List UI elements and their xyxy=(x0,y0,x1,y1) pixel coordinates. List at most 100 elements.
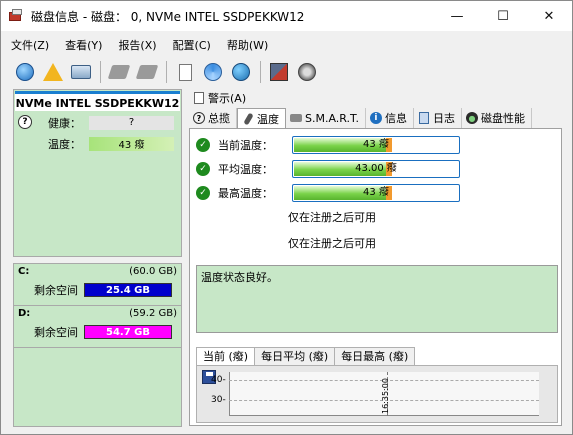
disk-button[interactable] xyxy=(69,60,93,84)
temperature-label: 当前温度： xyxy=(218,139,273,152)
smart-icon xyxy=(290,112,302,124)
tab-label: 日志 xyxy=(432,112,455,125)
drive-size: (60.0 GB) xyxy=(129,266,177,277)
speaker-icon xyxy=(298,63,316,81)
tab-smart[interactable]: S.M.A.R.T. xyxy=(286,108,366,128)
check-icon: ✓ xyxy=(196,186,210,200)
free-space-bar: 25.4 GB xyxy=(84,283,172,297)
menu-report[interactable]: 报告(X) xyxy=(118,36,156,56)
sync-button[interactable] xyxy=(201,60,225,84)
refresh-button[interactable] xyxy=(13,60,37,84)
menu-bar: 文件(Z) 查看(Y) 报告(X) 配置(C) 帮助(W) xyxy=(1,36,284,56)
free-space-bar: 54.7 GB xyxy=(84,325,172,339)
temperature-label: 温度： xyxy=(48,137,81,151)
help-icon: ? xyxy=(193,112,205,124)
tab-disk-performance[interactable]: ● 磁盘性能 xyxy=(462,108,532,128)
check-icon: ✓ xyxy=(196,162,210,176)
alarm-tab[interactable]: 警示(A) xyxy=(194,90,246,106)
document-button[interactable] xyxy=(173,60,197,84)
tab-log[interactable]: 日志 xyxy=(414,108,462,128)
document-icon xyxy=(178,63,192,81)
disk-name: NVMe INTEL SSDPEKKW12 xyxy=(15,91,180,111)
title-bar: 磁盘信息 - 磁盘： 0, NVMe INTEL SSDPEKKW12 — ☐ … xyxy=(1,1,572,31)
tab-history-daily-max[interactable]: 每日最高 (癈) xyxy=(334,347,416,365)
toolbar-separator xyxy=(260,61,261,83)
window-title: 磁盘信息 - 磁盘： 0, NVMe INTEL SSDPEKKW12 xyxy=(31,9,305,24)
refresh-icon xyxy=(16,63,34,81)
tab-info[interactable]: i 信息 xyxy=(366,108,414,128)
left-empty-panel xyxy=(13,347,182,427)
temperature-label: 最高温度： xyxy=(218,187,273,200)
temperature-row: 温度： 43 癈 xyxy=(14,134,181,153)
disk-summary-panel[interactable]: NVMe INTEL SSDPEKKW12 ? 健康： ? 温度： 43 癈 xyxy=(13,89,182,257)
sync-icon xyxy=(204,63,222,81)
temperature-bar: 43 癈 xyxy=(292,184,460,202)
check-icon: ✓ xyxy=(196,138,210,152)
registration-note: 仅在注册之后可用 xyxy=(288,211,376,224)
health-value: ? xyxy=(89,115,174,130)
toolbar xyxy=(13,58,323,86)
app-logo-icon xyxy=(9,9,23,23)
warning-icon xyxy=(43,63,63,81)
tool2-icon xyxy=(135,65,159,79)
drive-d-panel[interactable]: D: (59.2 GB) 剩余空间 54.7 GB xyxy=(13,305,182,353)
help-icon: ? xyxy=(18,115,32,129)
temperature-tab-content: ✓ 当前温度： 43 癈 ✓ 平均温度： 43.00 癈 ✓ 最高温度： 43 … xyxy=(189,128,562,426)
alert-button[interactable] xyxy=(41,60,65,84)
info-icon: i xyxy=(369,112,382,124)
tab-overview[interactable]: ? 总揽 xyxy=(189,108,237,128)
tab-label: 信息 xyxy=(384,112,407,125)
main-tabs: ? 总揽 温度 S.M.A.R.T. i 信息 日志 ● 磁盘性能 xyxy=(189,108,532,128)
tab-label: S.M.A.R.T. xyxy=(305,111,359,125)
document-icon xyxy=(194,92,204,104)
temperature-value: 43.00 癈 xyxy=(355,163,397,174)
temperature-value: 43 癈 xyxy=(363,187,389,198)
tab-history-daily-average[interactable]: 每日平均 (癈) xyxy=(254,347,336,365)
toolbar-separator xyxy=(166,61,167,83)
y-tick-label: 40- xyxy=(211,375,226,385)
close-button[interactable]: ✕ xyxy=(526,1,572,31)
tab-label: 温度 xyxy=(257,112,279,126)
globe-icon xyxy=(232,63,250,81)
maximize-button[interactable]: ☐ xyxy=(480,1,526,31)
tool-button[interactable] xyxy=(107,60,131,84)
chart-icon xyxy=(270,63,288,81)
tab-history-current[interactable]: 当前 (癈) xyxy=(196,347,256,365)
menu-view[interactable]: 查看(Y) xyxy=(65,36,102,56)
temperature-history-graph: 40- 30- 16:35:00 xyxy=(196,365,558,423)
alarm-tab-label: 警示(A) xyxy=(208,92,247,105)
temperature-status: 温度状态良好。 xyxy=(196,265,558,333)
drive-size: (59.2 GB) xyxy=(129,308,177,319)
tab-label: 磁盘性能 xyxy=(480,112,525,125)
history-tabs: 当前 (癈) 每日平均 (癈) 每日最高 (癈) xyxy=(196,347,416,365)
free-space-label: 剩余空间 xyxy=(34,326,78,339)
drive-c-panel[interactable]: C: (60.0 GB) 剩余空间 25.4 GB xyxy=(13,263,182,311)
y-tick-label: 30- xyxy=(211,395,226,405)
menu-config[interactable]: 配置(C) xyxy=(173,36,211,56)
temperature-value: 43 癈 xyxy=(89,136,174,151)
tab-label: 总揽 xyxy=(208,112,230,125)
chart-button[interactable] xyxy=(267,60,291,84)
minimize-button[interactable]: — xyxy=(434,1,480,31)
app-window: 磁盘信息 - 磁盘： 0, NVMe INTEL SSDPEKKW12 — ☐ … xyxy=(0,0,573,435)
toolbar-separator xyxy=(100,61,101,83)
drive-letter: D: xyxy=(18,308,31,319)
thermometer-icon xyxy=(242,112,254,125)
average-temperature-row: ✓ 平均温度： 43.00 癈 xyxy=(196,159,460,179)
disk-icon xyxy=(71,65,91,79)
tab-temperature[interactable]: 温度 xyxy=(237,108,286,128)
health-label: 健康： xyxy=(48,116,81,130)
menu-file[interactable]: 文件(Z) xyxy=(11,36,49,56)
globe-button[interactable] xyxy=(229,60,253,84)
log-icon xyxy=(418,112,430,124)
free-space-label: 剩余空间 xyxy=(34,284,78,297)
registration-note: 仅在注册之后可用 xyxy=(288,237,376,250)
speaker-button[interactable] xyxy=(295,60,319,84)
tool2-button[interactable] xyxy=(135,60,159,84)
temperature-value: 43 癈 xyxy=(363,139,389,150)
drive-letter: C: xyxy=(18,266,30,277)
health-row: ? 健康： ? xyxy=(14,113,181,132)
temperature-bar: 43 癈 xyxy=(292,136,460,154)
temperature-bar: 43.00 癈 xyxy=(292,160,460,178)
menu-help[interactable]: 帮助(W) xyxy=(227,36,268,56)
